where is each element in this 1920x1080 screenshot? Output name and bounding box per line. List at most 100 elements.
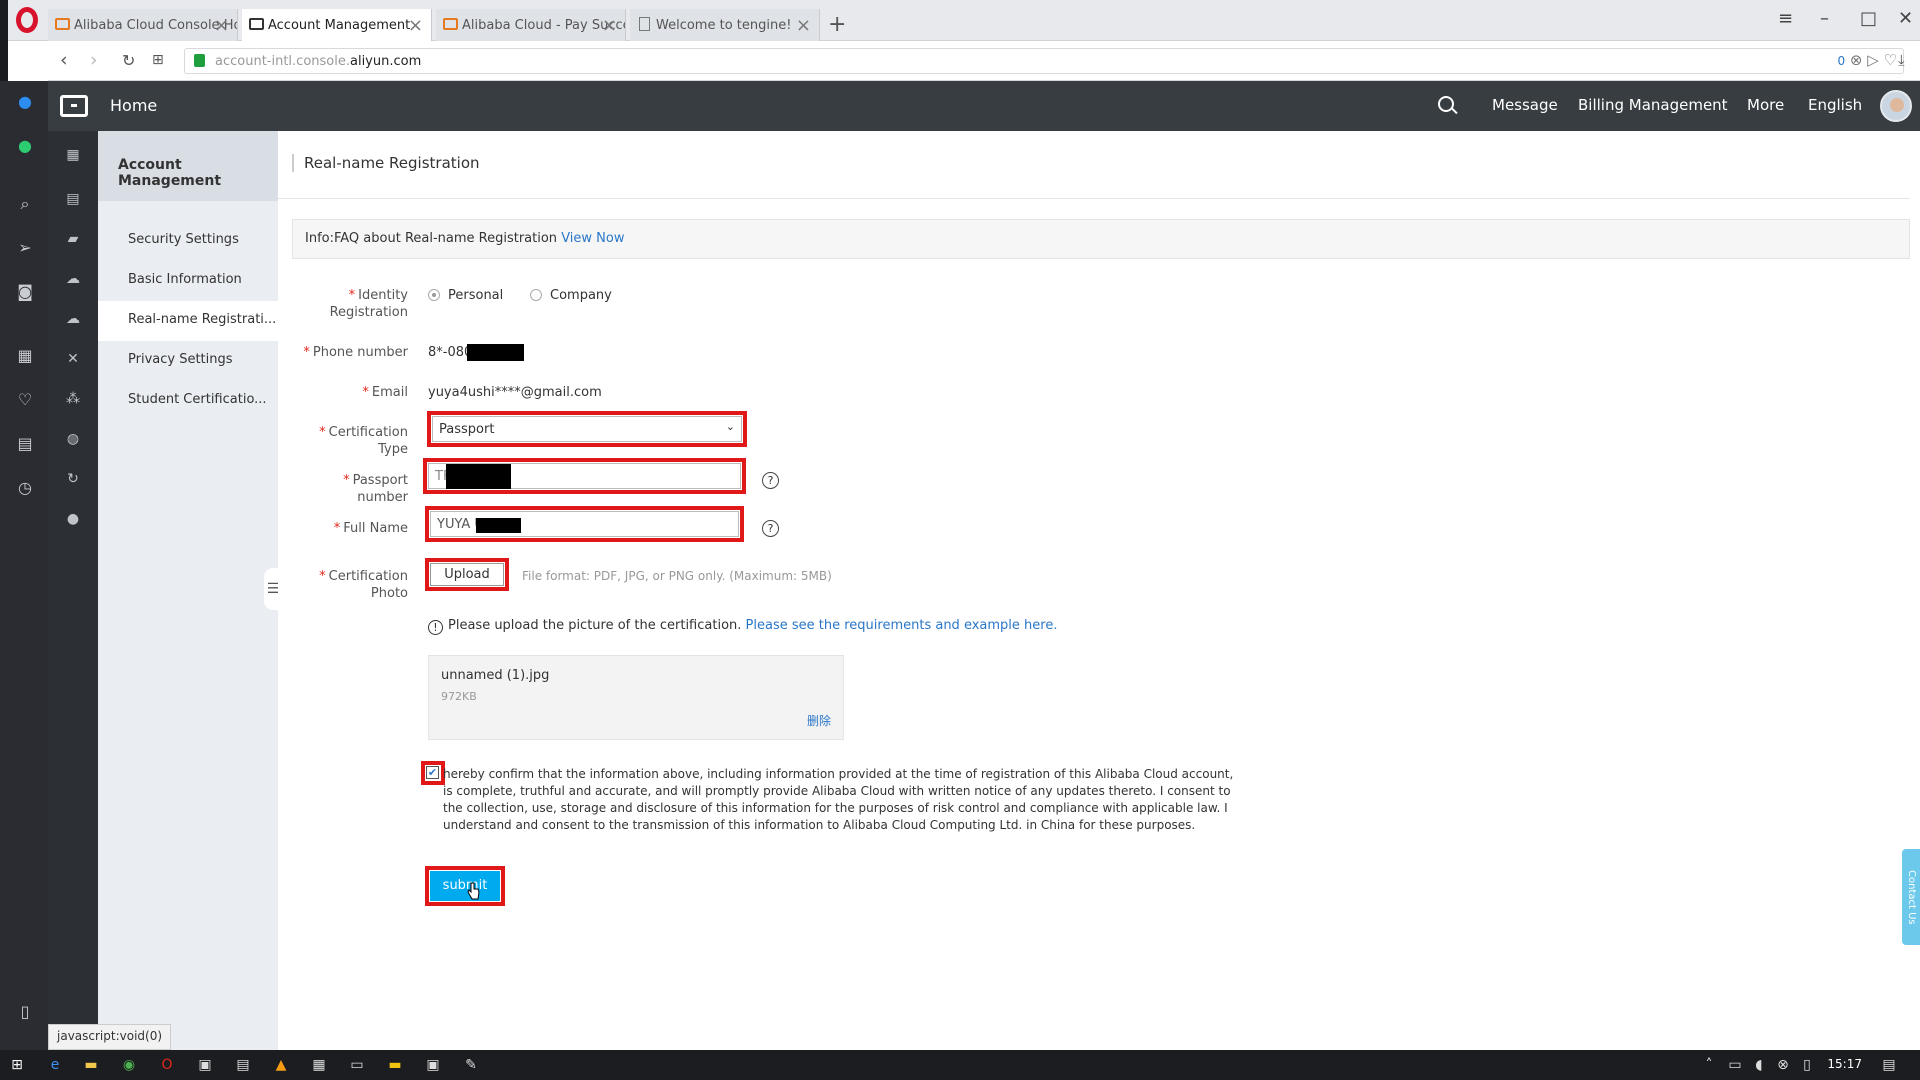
reload-icon[interactable]: ↻	[122, 51, 135, 70]
edge-icon[interactable]: e	[46, 1056, 64, 1074]
new-tab-button[interactable]: +	[828, 12, 846, 37]
opera-logo-icon[interactable]	[16, 7, 38, 33]
database-icon[interactable]: ▰	[63, 229, 83, 249]
delete-file-link[interactable]: 删除	[807, 712, 831, 729]
file-explorer-icon[interactable]: ▬	[82, 1056, 100, 1074]
camera-icon[interactable]: ◙	[14, 281, 36, 303]
speed-dial-icon[interactable]: ⊞	[152, 52, 164, 68]
identity-personal-option[interactable]: Personal	[428, 288, 503, 303]
chevron-down-icon: ⌄	[725, 420, 735, 433]
close-icon[interactable]: ×	[408, 15, 423, 36]
windows-start-icon[interactable]: ⊞	[8, 1056, 26, 1074]
grid-icon[interactable]: ▦	[63, 145, 83, 165]
search-icon[interactable]: ⌕	[14, 193, 36, 215]
back-icon[interactable]: ‹	[60, 49, 68, 71]
close-icon[interactable]: ×	[214, 15, 229, 36]
whatsapp-icon[interactable]: ●	[14, 135, 36, 157]
top-navigation: Home Message Billing Management More Eng…	[48, 81, 1920, 131]
confirmation-statement: hereby confirm that the information abov…	[443, 767, 1234, 832]
clock: 15:17	[1827, 1057, 1862, 1071]
forward-icon[interactable]: ›	[90, 49, 98, 71]
alibaba-cloud-logo-icon[interactable]	[60, 95, 88, 117]
app-icon[interactable]: ▣	[196, 1056, 214, 1074]
confirm-checkbox[interactable]: ✔	[426, 766, 439, 779]
tab-tengine[interactable]: Welcome to tengine! ×	[630, 9, 820, 41]
heart-icon[interactable]: ♡	[14, 389, 36, 411]
info-text: Info:FAQ about Real-name Registration	[305, 231, 558, 246]
terminal-icon[interactable]: ▭	[348, 1056, 366, 1074]
radio-personal[interactable]	[428, 289, 440, 301]
minimize-icon[interactable]: –	[1820, 8, 1829, 29]
submenu-item-real-name-registration[interactable]: Real-name Registrati...	[98, 301, 278, 341]
passport-number-label: * Passport number	[343, 473, 408, 505]
contact-us-tab[interactable]: Contact Us	[1902, 849, 1920, 945]
tray-icon[interactable]: ▯	[1798, 1056, 1816, 1074]
submit-button[interactable]: submit	[430, 871, 500, 901]
phone-number-label: * Phone number	[303, 345, 408, 360]
sidebar-toggle-icon[interactable]: ▯	[14, 1001, 36, 1023]
avatar[interactable]	[1880, 90, 1912, 122]
submenu-item-security-settings[interactable]: Security Settings	[98, 221, 278, 261]
submenu-item-student-certification[interactable]: Student Certificatio...	[98, 381, 278, 421]
messenger-icon[interactable]: ●	[14, 91, 36, 113]
tray-icon[interactable]: ⊗	[1774, 1056, 1792, 1074]
history-icon[interactable]: ◷	[14, 477, 36, 499]
phone-number-value: 8*-080	[428, 345, 473, 360]
maximize-icon[interactable]: □	[1860, 8, 1877, 29]
close-icon[interactable]: ×	[796, 15, 811, 36]
opera-sidebar: ● ● ⌕ ➢ ◙ ▦ ♡ ▤ ◷ ▯	[0, 81, 48, 1050]
tools-icon[interactable]: ✕	[63, 349, 83, 369]
download-icon[interactable]: ⤓	[1898, 51, 1905, 69]
language-link[interactable]: English	[1808, 96, 1862, 114]
notes-icon[interactable]: ▬	[386, 1056, 404, 1074]
tab-account-management[interactable]: Account Management ×	[242, 9, 432, 42]
requirements-link[interactable]: Please see the requirements and example …	[746, 618, 1058, 633]
chrome-icon[interactable]: ◉	[120, 1056, 138, 1074]
url-field[interactable]: account-intl.console.aliyun.com 0 ⊗ ▷ ♡	[184, 48, 1904, 74]
globe-icon[interactable]: ◍	[63, 429, 83, 449]
news-icon[interactable]: ▤	[14, 433, 36, 455]
notification-icon[interactable]: ▤	[1880, 1056, 1898, 1074]
tab-pay-success[interactable]: Alibaba Cloud - Pay Succe ×	[436, 9, 626, 41]
submenu-item-basic-information[interactable]: Basic Information	[98, 261, 278, 301]
nodes-icon[interactable]: ⁂	[63, 389, 83, 409]
calculator-icon[interactable]: ▦	[310, 1056, 328, 1074]
windows-taskbar: ⊞ e ▬ ◉ O ▣ ▤ ▲ ▦ ▭ ▬ ▣ ✎ ˄ ▭ ◖ ⊗ ▯ 15:1…	[0, 1050, 1920, 1080]
upload-hint: File format: PDF, JPG, or PNG only. (Max…	[522, 569, 832, 583]
opera-icon[interactable]: O	[158, 1056, 176, 1074]
upload-button[interactable]: Upload	[430, 563, 504, 586]
vlc-icon[interactable]: ▲	[272, 1056, 290, 1074]
close-icon[interactable]: ×	[602, 15, 617, 36]
help-icon[interactable]: ?	[762, 472, 779, 489]
more-link[interactable]: More	[1747, 96, 1784, 114]
app-icon[interactable]: ✎	[462, 1056, 480, 1074]
billing-management-link[interactable]: Billing Management	[1578, 96, 1728, 114]
view-now-link[interactable]: View Now	[561, 231, 624, 246]
app-icon[interactable]: ▣	[424, 1056, 442, 1074]
identity-company-option[interactable]: Company	[530, 288, 612, 303]
tab-menu-icon[interactable]: ≡	[1778, 8, 1793, 29]
search-icon[interactable]	[1438, 96, 1454, 112]
file-name: unnamed (1).jpg	[441, 668, 550, 683]
radio-company[interactable]	[530, 289, 542, 301]
submenu-item-privacy-settings[interactable]: Privacy Settings	[98, 341, 278, 381]
tray-chevron-icon[interactable]: ˄	[1700, 1056, 1718, 1074]
send-icon[interactable]: ➢	[14, 237, 36, 259]
speed-dial-icon[interactable]: ▦	[14, 345, 36, 367]
help-icon[interactable]: ?	[762, 520, 779, 537]
server-icon[interactable]: ▤	[63, 189, 83, 209]
app-icon[interactable]: ▤	[234, 1056, 252, 1074]
cloud-icon[interactable]: ☁	[63, 269, 83, 289]
dot-icon[interactable]: ●	[63, 509, 83, 529]
window-close-icon[interactable]: ✕	[1898, 8, 1913, 29]
home-link[interactable]: Home	[110, 96, 157, 115]
volume-icon[interactable]: ◖	[1750, 1056, 1768, 1074]
network-icon[interactable]: ▭	[1726, 1056, 1744, 1074]
document-icon	[639, 17, 650, 31]
refresh-cloud-icon[interactable]: ↻	[63, 469, 83, 489]
url-actions[interactable]: 0 ⊗ ▷ ♡	[1838, 51, 1898, 69]
tab-alibaba-console[interactable]: Alibaba Cloud Console Ho ×	[48, 9, 238, 41]
message-link[interactable]: Message	[1492, 96, 1558, 114]
cloud-upload-icon[interactable]: ☁	[63, 309, 83, 329]
certification-type-select[interactable]: Passport ⌄	[432, 416, 742, 442]
